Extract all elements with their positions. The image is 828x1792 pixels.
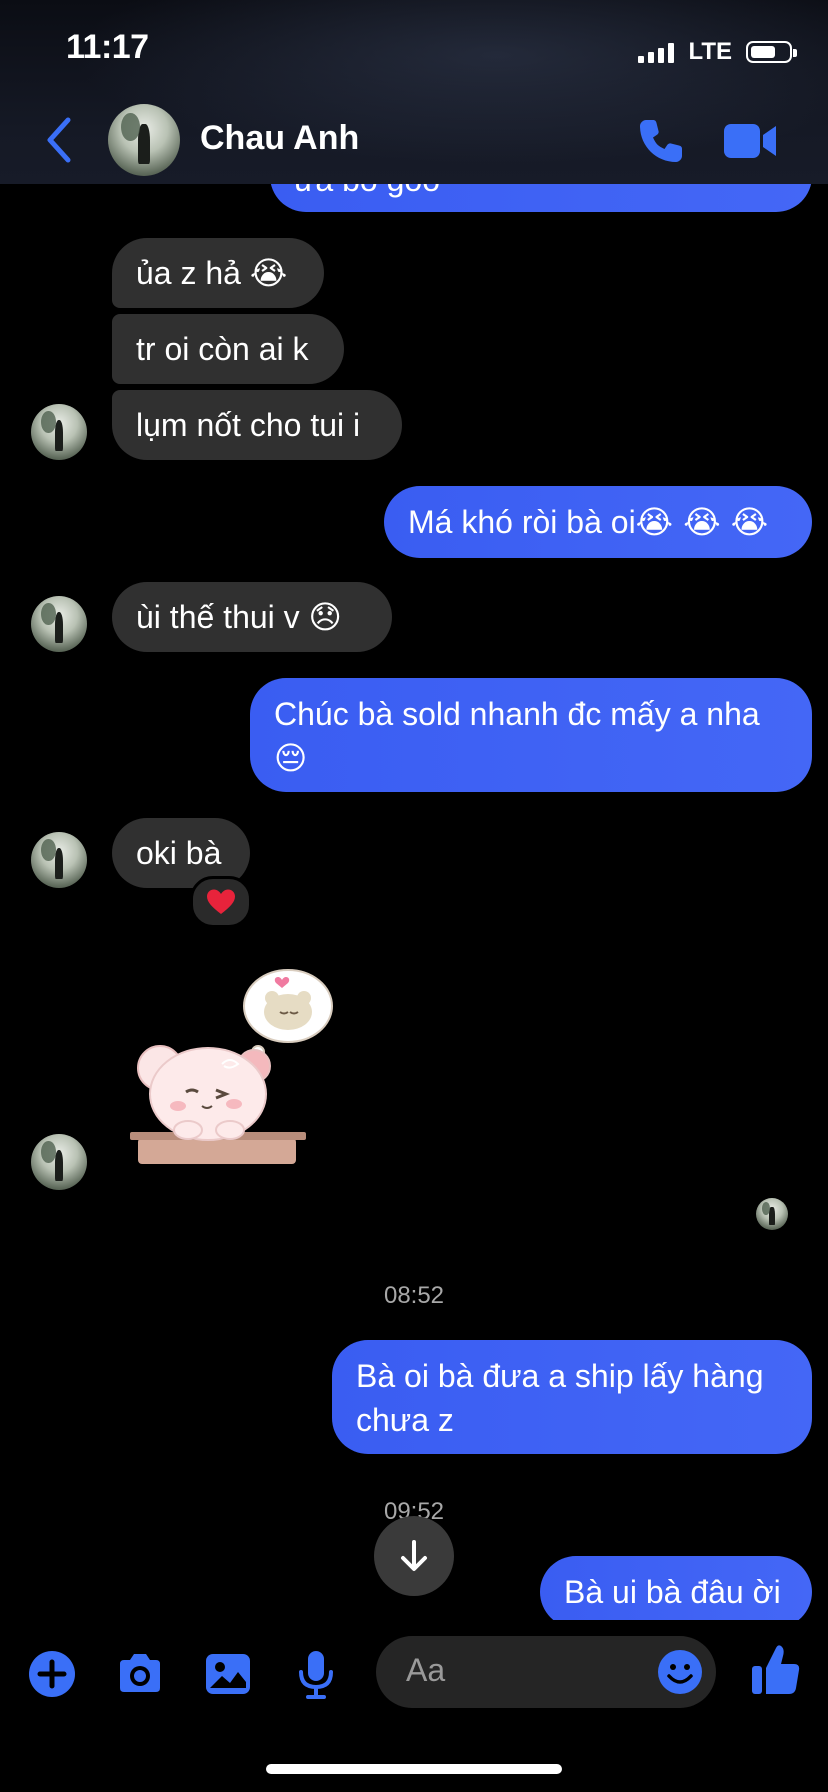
microphone-icon [299, 1651, 333, 1699]
phone-icon [640, 120, 682, 162]
contact-name[interactable]: Chau Anh [200, 119, 359, 158]
voice-call-button[interactable] [636, 116, 686, 166]
more-actions-button[interactable] [26, 1648, 78, 1700]
message-bubble-incoming[interactable]: lụm nốt cho tui i [112, 390, 402, 460]
contact-avatar[interactable] [31, 832, 87, 888]
status-time: 11:17 [66, 28, 149, 66]
message-text: lụm nốt cho tui i [136, 407, 361, 443]
timestamp-label: 08:52 [383, 1282, 445, 1309]
contact-avatar-header[interactable] [108, 104, 180, 176]
emoji-button[interactable] [656, 1648, 704, 1696]
voice-message-button[interactable] [290, 1648, 342, 1700]
seen-receipt-avatar [756, 1198, 788, 1230]
message-bubble-outgoing[interactable]: Bà oi bà đưa a ship lấy hàng chưa z [332, 1340, 812, 1454]
message-text: Bà ui bà đâu ời [564, 1574, 781, 1610]
heart-icon [207, 889, 235, 914]
message-input[interactable]: Aa [376, 1636, 716, 1708]
video-camera-icon [724, 124, 776, 158]
message-bubble-outgoing[interactable]: Má khó ròi bà oi😭 😭 😭 [384, 486, 812, 558]
message-text: Chúc bà sold nhanh đc mấy a nha [274, 696, 760, 732]
message-bubble-incoming[interactable]: ùi thế thui v 😞 [112, 582, 392, 652]
message-bubble-outgoing[interactable]: Bà ui bà đâu ời [540, 1556, 812, 1628]
contact-avatar[interactable] [31, 404, 87, 460]
bear-sticker[interactable] [130, 966, 350, 1176]
like-button[interactable] [750, 1642, 802, 1698]
disappointed-face-emoji: 😞 [308, 598, 342, 636]
input-placeholder: Aa [406, 1652, 446, 1688]
emoji-icon [658, 1650, 702, 1694]
message-text: oki bà [136, 835, 222, 871]
signal-icon [638, 41, 675, 63]
network-label: LTE [688, 38, 732, 65]
home-indicator [266, 1764, 562, 1774]
camera-button[interactable] [114, 1648, 166, 1700]
battery-icon [746, 41, 797, 63]
message-bubble-incoming[interactable]: tr oi còn ai k [112, 314, 344, 384]
pensive-face-emoji: 😔 [274, 739, 308, 777]
message-text: chưa z [356, 1402, 454, 1438]
chevron-left-icon [47, 117, 71, 163]
heart-reaction[interactable] [190, 876, 252, 928]
camera-icon [120, 1654, 160, 1692]
crying-face-emoji: 😭 [249, 254, 288, 292]
message-text: ùi thế thui v [136, 599, 300, 635]
message-text: ủa z hả [136, 255, 241, 291]
status-indicators: LTE [638, 38, 797, 66]
message-bubble-outgoing[interactable]: Chúc bà sold nhanh đc mấy a nha 😔 [250, 678, 812, 792]
contact-avatar[interactable] [31, 596, 87, 652]
message-list[interactable]: ưa bo goo ủa z hả 😭 tr oi còn ai k lụm n… [0, 0, 828, 1628]
sticker-image [130, 969, 333, 1164]
message-text: Bà oi bà đưa a ship lấy hàng [356, 1358, 764, 1394]
contact-avatar[interactable] [31, 1134, 87, 1190]
arrow-down-icon [401, 1540, 427, 1571]
image-icon [206, 1654, 250, 1694]
video-call-button[interactable] [722, 120, 778, 162]
message-text: tr oi còn ai k [136, 331, 309, 367]
crying-face-emoji: 😭 😭 😭 [635, 503, 769, 541]
plus-icon [29, 1651, 75, 1697]
photo-library-button[interactable] [202, 1648, 254, 1700]
thumbs-up-icon [752, 1645, 800, 1694]
back-button[interactable] [40, 114, 80, 166]
message-text: Má khó ròi bà oi [408, 504, 636, 540]
scroll-to-bottom-button[interactable] [374, 1516, 454, 1596]
message-bubble-incoming[interactable]: ủa z hả 😭 [112, 238, 324, 308]
